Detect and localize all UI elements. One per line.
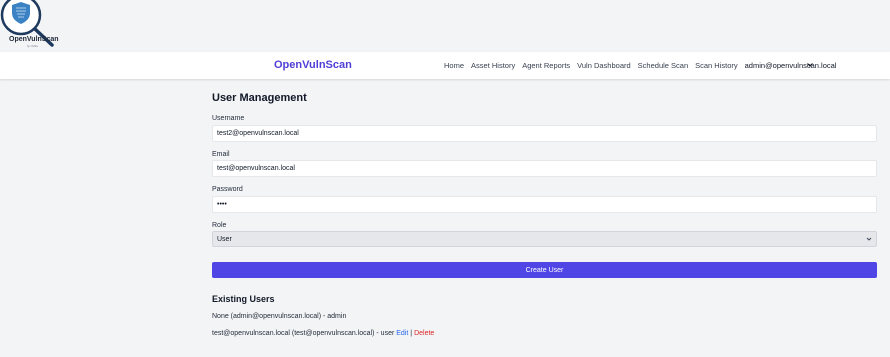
role-label: Role [212,222,227,229]
email-input[interactable]: test@openvulnscan.local [212,160,877,177]
nav-asset-history[interactable]: Asset History [471,61,515,70]
logo-tagline: by v7v3re [27,45,38,48]
user-entry-text: None (admin@openvulnscan.local) - admin [212,313,347,320]
user-entry-text: test@openvulnscan.local (test@openvulnsc… [212,330,395,337]
nav-vuln-dashboard[interactable]: Vuln Dashboard [577,61,631,70]
edit-user-link[interactable]: Edit [396,330,408,337]
user-list-item: test@openvulnscan.local (test@openvulnsc… [212,330,434,337]
logo-name: OpenVulnScan [9,36,59,43]
delete-user-link[interactable]: Delete [414,330,434,337]
role-select[interactable]: User [212,231,877,247]
chevron-down-icon [866,237,872,241]
nav-schedule-scan[interactable]: Schedule Scan [638,61,688,70]
existing-users-title: Existing Users [212,294,275,304]
user-menu[interactable]: admin@openvulnscan.local [745,61,837,70]
username-input[interactable]: test2@openvulnscan.local [212,125,877,142]
password-input[interactable]: •••• [212,196,877,213]
nav-scan-history[interactable]: Scan History [695,61,738,70]
logo: OpenVulnScan by v7v3re [0,0,70,50]
nav-home[interactable]: Home [444,61,464,70]
page-title: User Management [212,92,307,104]
nav-agent-reports[interactable]: Agent Reports [522,61,570,70]
role-selected-value: User [217,235,232,243]
user-management-section: User Management Username test2@openvulns… [212,92,877,337]
link-separator: | [410,330,413,337]
user-list-item: None (admin@openvulnscan.local) - admin [212,313,346,320]
navbar: OpenVulnScan Home Asset History Agent Re… [0,52,890,79]
username-label: Username [212,115,245,122]
create-user-button[interactable]: Create User [212,262,877,278]
nav-links: Home Asset History Agent Reports Vuln Da… [444,61,836,70]
brand-title[interactable]: OpenVulnScan [274,59,352,71]
chevron-down-icon[interactable] [806,61,814,69]
email-label: Email [212,151,230,158]
password-label: Password [212,186,243,193]
